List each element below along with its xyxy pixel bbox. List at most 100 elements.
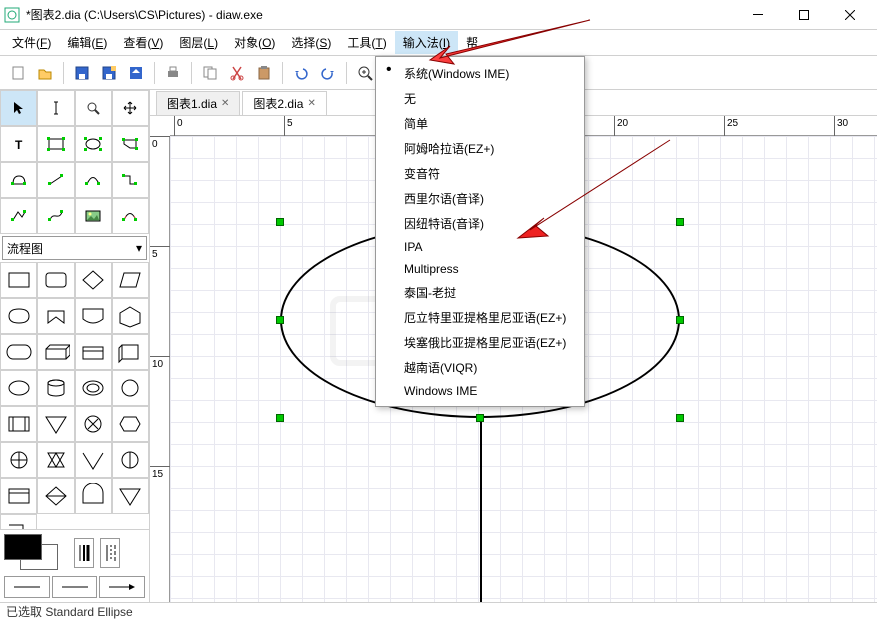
flowchart-shape-25[interactable] bbox=[37, 478, 74, 514]
flowchart-shape-5[interactable] bbox=[37, 298, 74, 334]
ime-option[interactable]: 厄立特里亚提格里尼亚语(EZ+) bbox=[376, 305, 584, 330]
ime-option[interactable]: 西里尔语(音译) bbox=[376, 186, 584, 211]
text-cursor-tool[interactable] bbox=[37, 90, 74, 126]
print-button[interactable] bbox=[161, 61, 185, 85]
polygon-tool[interactable] bbox=[112, 126, 149, 162]
flowchart-shape-27[interactable] bbox=[112, 478, 149, 514]
selection-handle[interactable] bbox=[276, 316, 284, 324]
redo-button[interactable] bbox=[316, 61, 340, 85]
selection-handle[interactable] bbox=[676, 218, 684, 226]
pointer-tool[interactable] bbox=[0, 90, 37, 126]
selection-handle[interactable] bbox=[476, 414, 484, 422]
flowchart-shape-26[interactable] bbox=[75, 478, 112, 514]
vertical-line-shape[interactable] bbox=[480, 416, 482, 602]
selection-handle[interactable] bbox=[276, 218, 284, 226]
ime-option[interactable]: 泰国-老挝 bbox=[376, 280, 584, 305]
ime-option[interactable]: 阿姆哈拉语(EZ+) bbox=[376, 136, 584, 161]
menu-L[interactable]: 图层(L) bbox=[171, 31, 226, 54]
document-tab[interactable]: 图表1.dia✕ bbox=[156, 91, 240, 115]
open-button[interactable] bbox=[33, 61, 57, 85]
ime-option[interactable]: Windows IME bbox=[376, 380, 584, 402]
document-tab[interactable]: 图表2.dia✕ bbox=[242, 91, 326, 115]
flowchart-shape-0[interactable] bbox=[0, 262, 37, 298]
ellipse-tool[interactable] bbox=[75, 126, 112, 162]
save-as-button[interactable] bbox=[97, 61, 121, 85]
flowchart-shape-9[interactable] bbox=[37, 334, 74, 370]
ime-option[interactable]: 越南语(VIQR) bbox=[376, 355, 584, 380]
menu-V[interactable]: 查看(V) bbox=[115, 31, 171, 54]
line-style-picker[interactable] bbox=[100, 538, 120, 568]
arc-tool[interactable] bbox=[75, 162, 112, 198]
menu-8[interactable]: 帮 bbox=[458, 31, 486, 54]
paste-button[interactable] bbox=[252, 61, 276, 85]
flowchart-shape-12[interactable] bbox=[0, 370, 37, 406]
flowchart-shape-3[interactable] bbox=[112, 262, 149, 298]
line-width-picker[interactable] bbox=[74, 538, 94, 568]
flowchart-shape-16[interactable] bbox=[0, 406, 37, 442]
selection-handle[interactable] bbox=[676, 316, 684, 324]
end-arrow-picker[interactable] bbox=[99, 576, 145, 598]
tab-close-icon[interactable]: ✕ bbox=[307, 98, 315, 109]
ime-option[interactable]: 因纽特语(音译) bbox=[376, 211, 584, 236]
polyline-tool[interactable] bbox=[0, 198, 37, 234]
menu-E[interactable]: 编辑(E) bbox=[59, 31, 115, 54]
save-button[interactable] bbox=[70, 61, 94, 85]
menu-O[interactable]: 对象(O) bbox=[226, 31, 283, 54]
copy-button[interactable] bbox=[198, 61, 222, 85]
start-arrow-picker[interactable] bbox=[4, 576, 50, 598]
menu-S[interactable]: 选择(S) bbox=[283, 31, 339, 54]
ime-option[interactable]: Multipress bbox=[376, 258, 584, 280]
image-tool[interactable] bbox=[75, 198, 112, 234]
export-button[interactable] bbox=[124, 61, 148, 85]
flowchart-shape-8[interactable] bbox=[0, 334, 37, 370]
outline-tool[interactable] bbox=[112, 198, 149, 234]
flowchart-shape-11[interactable] bbox=[112, 334, 149, 370]
flowchart-shape-19[interactable] bbox=[112, 406, 149, 442]
line-tool[interactable] bbox=[37, 162, 74, 198]
flowchart-shape-14[interactable] bbox=[75, 370, 112, 406]
ime-option[interactable]: 无 bbox=[376, 86, 584, 111]
ime-option[interactable]: 变音符 bbox=[376, 161, 584, 186]
new-button[interactable] bbox=[6, 61, 30, 85]
close-button[interactable] bbox=[827, 0, 873, 30]
flowchart-shape-24[interactable] bbox=[0, 478, 37, 514]
flowchart-shape-21[interactable] bbox=[37, 442, 74, 478]
undo-button[interactable] bbox=[289, 61, 313, 85]
flowchart-shape-23[interactable] bbox=[112, 442, 149, 478]
scroll-tool[interactable] bbox=[112, 90, 149, 126]
line-mid-picker[interactable] bbox=[52, 576, 98, 598]
bezier-tool[interactable] bbox=[37, 198, 74, 234]
flowchart-shape-28[interactable] bbox=[0, 514, 37, 529]
ime-option[interactable]: IPA bbox=[376, 236, 584, 258]
selection-handle[interactable] bbox=[276, 414, 284, 422]
ime-option[interactable]: 系统(Windows IME) bbox=[376, 61, 584, 86]
flowchart-shape-17[interactable] bbox=[37, 406, 74, 442]
menu-F[interactable]: 文件(F) bbox=[4, 31, 59, 54]
box-tool[interactable] bbox=[37, 126, 74, 162]
selection-handle[interactable] bbox=[676, 414, 684, 422]
fg-color-swatch[interactable] bbox=[4, 534, 42, 560]
flowchart-shape-22[interactable] bbox=[75, 442, 112, 478]
magnify-tool[interactable] bbox=[75, 90, 112, 126]
tab-close-icon[interactable]: ✕ bbox=[221, 98, 229, 109]
ime-option[interactable]: 简单 bbox=[376, 111, 584, 136]
flowchart-shape-10[interactable] bbox=[75, 334, 112, 370]
beziergon-tool[interactable] bbox=[0, 162, 37, 198]
menu-T[interactable]: 工具(T) bbox=[339, 31, 394, 54]
menu-I[interactable]: 输入法(I) bbox=[395, 31, 458, 54]
flowchart-shape-1[interactable] bbox=[37, 262, 74, 298]
flowchart-shape-4[interactable] bbox=[0, 298, 37, 334]
flowchart-shape-6[interactable] bbox=[75, 298, 112, 334]
cut-button[interactable] bbox=[225, 61, 249, 85]
flowchart-shape-20[interactable] bbox=[0, 442, 37, 478]
maximize-button[interactable] bbox=[781, 0, 827, 30]
ime-option[interactable]: 埃塞俄比亚提格里尼亚语(EZ+) bbox=[376, 330, 584, 355]
text-tool[interactable]: T bbox=[0, 126, 37, 162]
zoom-in-button[interactable] bbox=[353, 61, 377, 85]
minimize-button[interactable] bbox=[735, 0, 781, 30]
flowchart-shape-18[interactable] bbox=[75, 406, 112, 442]
zigzag-tool[interactable] bbox=[112, 162, 149, 198]
shape-category-dropdown[interactable]: 流程图 ▾ bbox=[2, 236, 147, 260]
flowchart-shape-15[interactable] bbox=[112, 370, 149, 406]
flowchart-shape-7[interactable] bbox=[112, 298, 149, 334]
